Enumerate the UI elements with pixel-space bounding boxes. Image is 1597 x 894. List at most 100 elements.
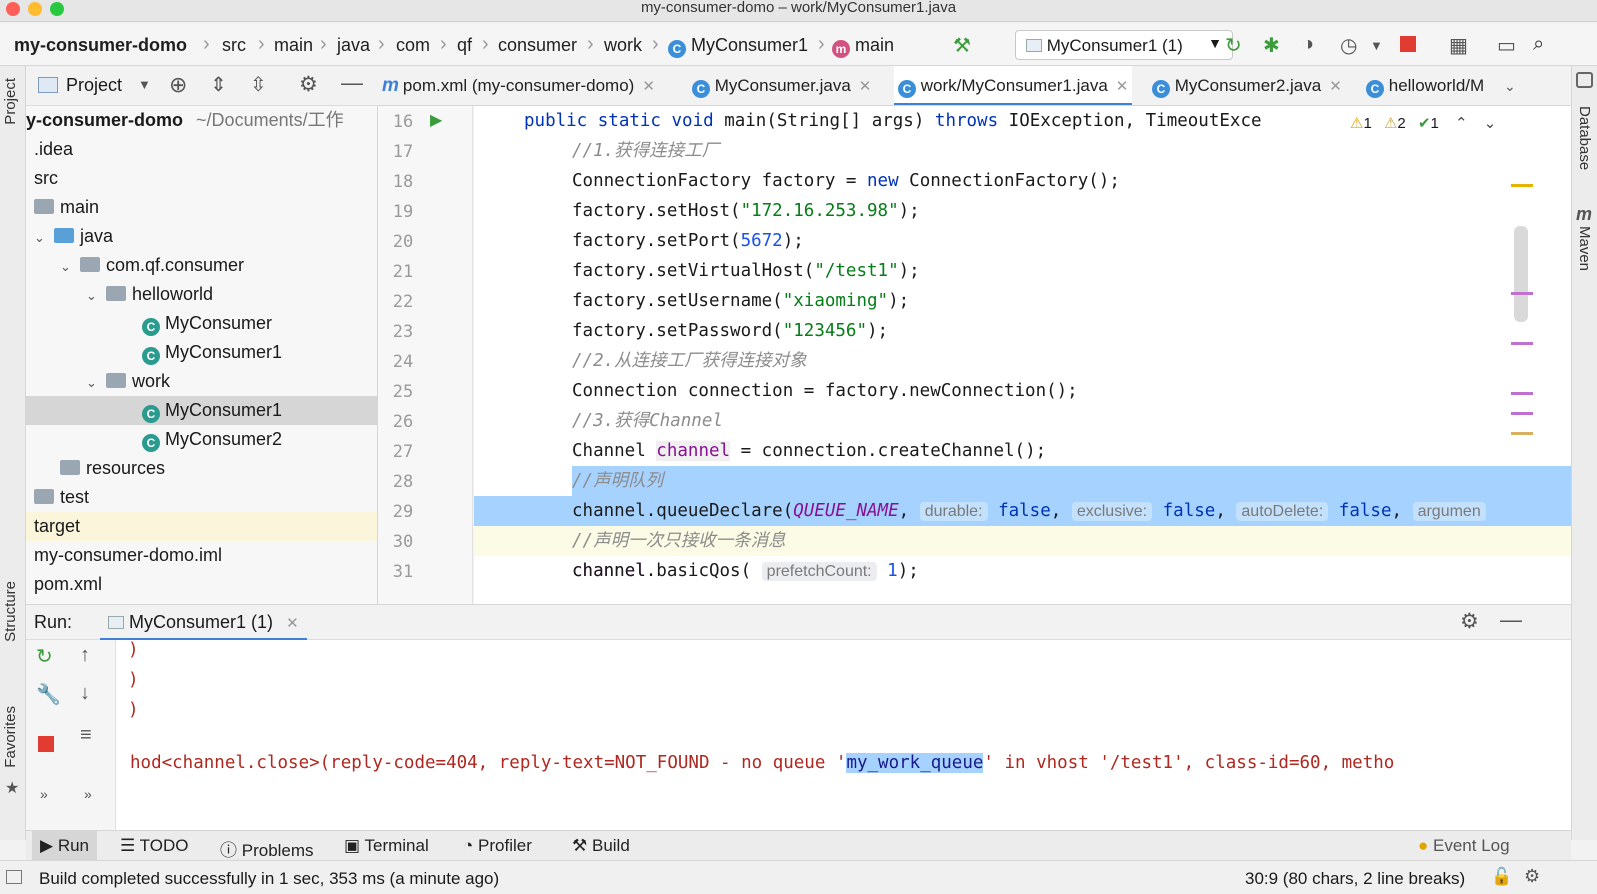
run-tab-myconsumer1[interactable]: MyConsumer1 (1) ✕ <box>100 605 307 641</box>
chevron-down-icon[interactable]: ⌄ <box>1484 115 1497 132</box>
arrow-up-icon[interactable]: ↑ <box>80 644 90 667</box>
line-number[interactable]: 16 <box>378 112 428 132</box>
lock-icon[interactable]: 🔓 <box>1491 867 1512 887</box>
error-stripe-marker[interactable] <box>1511 292 1533 295</box>
structure-tool-button[interactable]: Structure <box>2 581 19 642</box>
close-icon[interactable]: ✕ <box>642 78 655 95</box>
breadcrumb-method[interactable]: m main <box>832 35 894 58</box>
tree-item-work[interactable]: ⌄ work <box>26 367 377 396</box>
gear-icon[interactable]: ⚙ <box>299 72 318 97</box>
more-icon[interactable]: » <box>84 786 92 802</box>
line-number[interactable]: 20 <box>378 232 428 252</box>
project-tool-button[interactable]: Project <box>2 78 19 125</box>
line-number[interactable]: 21 <box>378 262 428 282</box>
gear-icon[interactable]: ⚙ <box>1460 609 1479 634</box>
tree-item-test[interactable]: test <box>26 483 377 512</box>
line-number[interactable]: 19 <box>378 202 428 222</box>
tree-item-myconsumer2[interactable]: C MyConsumer2 <box>26 425 377 454</box>
stop-icon[interactable] <box>1400 36 1416 52</box>
stop-icon[interactable] <box>38 736 54 752</box>
caret-position[interactable]: 30:9 (80 chars, 2 line breaks) <box>1245 869 1465 889</box>
line-number[interactable]: 17 <box>378 142 428 162</box>
arrow-down-icon[interactable]: ↓ <box>80 682 90 705</box>
breadcrumb-work[interactable]: work <box>604 35 642 56</box>
run-gutter-icon[interactable]: ▶ <box>430 110 442 130</box>
layout-icon[interactable] <box>6 870 22 884</box>
tool-tab-run[interactable]: ▶ Run <box>32 831 97 860</box>
rerun-icon[interactable]: ↻ <box>36 644 53 669</box>
tool-tab-todo[interactable]: ☰ TODO <box>120 836 188 856</box>
hide-pane-icon[interactable]: — <box>1500 607 1522 633</box>
notifications-icon[interactable] <box>1576 72 1593 88</box>
tree-item-myconsumer1-work[interactable]: C MyConsumer1 <box>26 396 377 425</box>
more-icon[interactable]: » <box>40 786 48 802</box>
tabs-overflow-icon[interactable]: ⌄ <box>1504 66 1516 105</box>
line-number[interactable]: 25 <box>378 382 428 402</box>
tab-helloworld[interactable]: C helloworld/M <box>1366 66 1484 105</box>
tree-root[interactable]: y-consumer-domo ~/Documents/工作 <box>26 106 377 135</box>
tree-item-src[interactable]: src <box>26 164 377 193</box>
locate-file-icon[interactable]: ⊕ <box>169 72 187 98</box>
error-stripe-marker[interactable] <box>1511 184 1533 187</box>
line-number[interactable]: 23 <box>378 322 428 342</box>
breadcrumb-com[interactable]: com <box>396 35 430 56</box>
tool-tab-build[interactable]: ⚒ Build <box>572 836 630 856</box>
run-console[interactable]: ) ) ) hod<channel.close>(reply-code=404,… <box>26 640 1571 830</box>
project-structure-icon[interactable]: ▦ <box>1449 33 1468 58</box>
presentation-icon[interactable]: ▭ <box>1497 33 1516 58</box>
database-tool-button[interactable]: Database <box>1576 106 1593 170</box>
chevron-down-icon[interactable]: ▼ <box>138 77 151 92</box>
tool-tab-problems[interactable]: ⓘ Problems <box>220 836 314 861</box>
tool-tab-profiler[interactable]: ◔ Profiler <box>463 836 532 856</box>
breadcrumb-class[interactable]: C MyConsumer1 <box>668 35 808 58</box>
tab-myconsumer[interactable]: C MyConsumer.java ✕ <box>692 66 872 105</box>
close-icon[interactable]: ✕ <box>859 78 872 95</box>
line-number[interactable]: 27 <box>378 442 428 462</box>
tab-work-myconsumer1[interactable]: C work/MyConsumer1.java ✕ <box>894 66 1133 105</box>
tree-item-helloworld[interactable]: ⌄ helloworld <box>26 280 377 309</box>
breadcrumb-src[interactable]: src <box>222 35 246 56</box>
line-number[interactable]: 18 <box>378 172 428 192</box>
close-icon[interactable]: ✕ <box>1329 78 1342 95</box>
chevron-up-icon[interactable]: ⌃ <box>1455 115 1468 132</box>
search-icon[interactable]: ⌕ <box>1533 33 1544 56</box>
tree-item-resources[interactable]: resources <box>26 454 377 483</box>
tab-myconsumer2[interactable]: C MyConsumer2.java ✕ <box>1152 66 1342 105</box>
error-stripe-marker[interactable] <box>1511 432 1533 435</box>
rerun-icon[interactable]: ↻ <box>1225 33 1242 58</box>
error-stripe-marker[interactable] <box>1511 392 1533 395</box>
tree-item-java[interactable]: ⌄ java <box>26 222 377 251</box>
editor-scrollbar[interactable] <box>1514 226 1528 322</box>
breadcrumb-qf[interactable]: qf <box>457 35 472 56</box>
breadcrumb-project[interactable]: my-consumer-domo <box>14 35 187 56</box>
run-configuration-select[interactable]: MyConsumer1 (1) ▼ <box>1015 30 1233 60</box>
project-view-select[interactable]: Project <box>66 75 122 96</box>
close-icon[interactable]: ✕ <box>1116 78 1129 95</box>
tree-item-package[interactable]: ⌄ com.qf.consumer <box>26 251 377 280</box>
line-number[interactable]: 30 <box>378 532 428 552</box>
soft-wrap-icon[interactable]: ≡ <box>80 724 92 747</box>
tree-item-target[interactable]: target <box>26 512 377 541</box>
hide-pane-icon[interactable]: — <box>341 70 363 96</box>
memory-indicator-icon[interactable]: ⚙ <box>1524 866 1540 887</box>
tree-item-main[interactable]: main <box>26 193 377 222</box>
tab-pom-xml[interactable]: m pom.xml (my-consumer-domo) ✕ <box>382 66 655 105</box>
tree-item-myconsumer[interactable]: C MyConsumer <box>26 309 377 338</box>
tree-item-idea[interactable]: .idea <box>26 135 377 164</box>
coverage-icon[interactable]: ◑ <box>1302 33 1314 56</box>
expand-all-icon[interactable]: ⇕ <box>210 72 227 97</box>
wrench-icon[interactable]: 🔧 <box>36 682 61 707</box>
code-editor[interactable]: public static void main(String[] args) t… <box>474 106 1571 604</box>
breadcrumb-consumer[interactable]: consumer <box>498 35 577 56</box>
tree-item-myconsumer1-helloworld[interactable]: C MyConsumer1 <box>26 338 377 367</box>
profile-icon[interactable]: ◷ <box>1340 33 1357 58</box>
line-number[interactable]: 28 <box>378 472 428 492</box>
collapse-all-icon[interactable]: ⇳ <box>250 72 267 97</box>
line-number[interactable]: 31 <box>378 562 428 582</box>
debug-bug-icon[interactable]: ✱ <box>1263 33 1280 58</box>
favorites-tool-button[interactable]: Favorites <box>2 706 19 768</box>
close-icon[interactable]: ✕ <box>286 615 299 632</box>
line-number[interactable]: 26 <box>378 412 428 432</box>
chevron-down-icon[interactable]: ▼ <box>1370 38 1383 53</box>
error-stripe-marker[interactable] <box>1511 342 1533 345</box>
